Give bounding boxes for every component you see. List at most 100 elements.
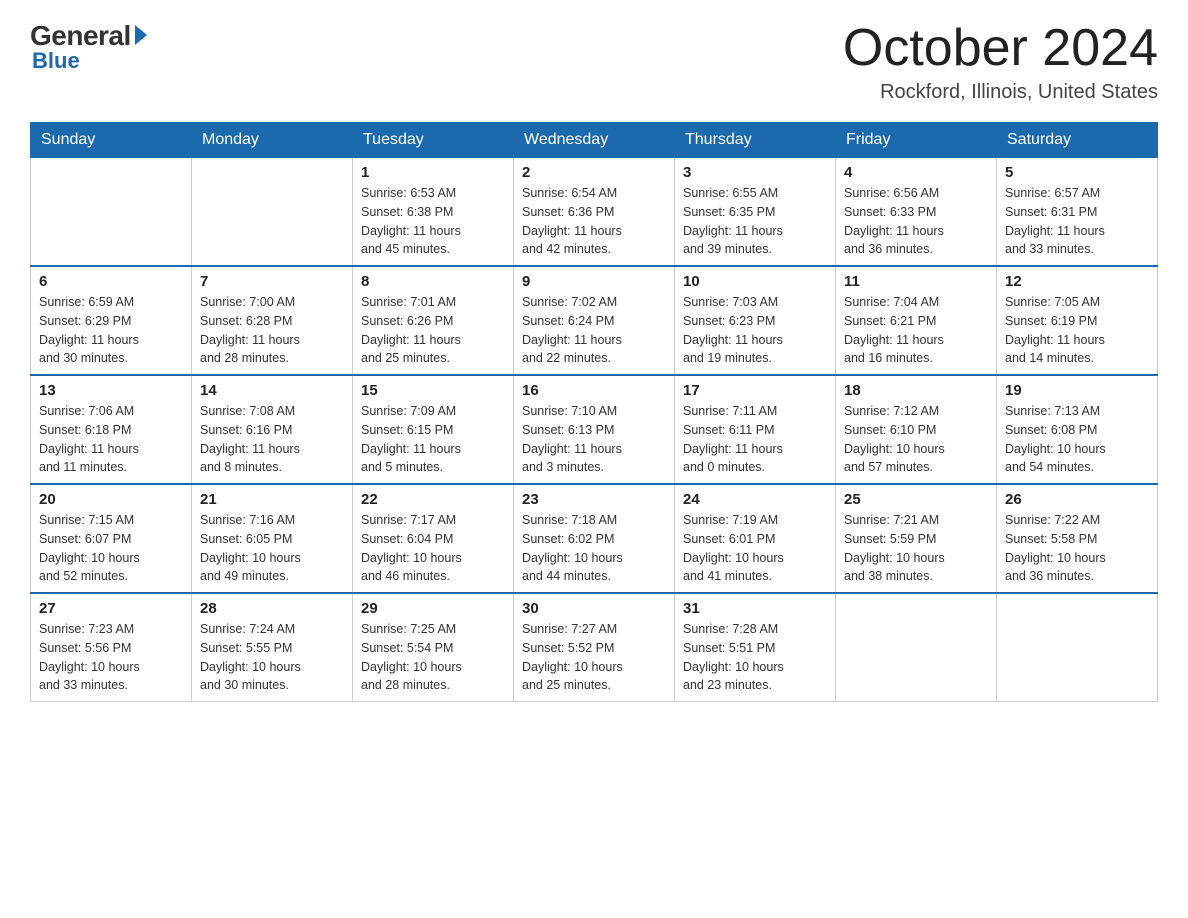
day-info: Sunrise: 7:01 AMSunset: 6:26 PMDaylight:… [361, 293, 505, 368]
day-info: Sunrise: 7:15 AMSunset: 6:07 PMDaylight:… [39, 511, 183, 586]
day-info: Sunrise: 6:57 AMSunset: 6:31 PMDaylight:… [1005, 184, 1149, 259]
month-title: October 2024 [843, 20, 1158, 77]
calendar-cell: 9 Sunrise: 7:02 AMSunset: 6:24 PMDaylight… [514, 266, 675, 375]
calendar-cell: 26 Sunrise: 7:22 AMSunset: 5:58 PMDayligh… [997, 484, 1158, 593]
day-info: Sunrise: 7:11 AMSunset: 6:11 PMDaylight:… [683, 402, 827, 477]
logo: General Blue [30, 20, 147, 74]
day-info: Sunrise: 7:22 AMSunset: 5:58 PMDaylight:… [1005, 511, 1149, 586]
day-info: Sunrise: 7:13 AMSunset: 6:08 PMDaylight:… [1005, 402, 1149, 477]
calendar-cell [997, 593, 1158, 702]
calendar-cell: 14 Sunrise: 7:08 AMSunset: 6:16 PMDayligh… [192, 375, 353, 484]
day-info: Sunrise: 7:10 AMSunset: 6:13 PMDaylight:… [522, 402, 666, 477]
day-info: Sunrise: 7:03 AMSunset: 6:23 PMDaylight:… [683, 293, 827, 368]
day-info: Sunrise: 6:59 AMSunset: 6:29 PMDaylight:… [39, 293, 183, 368]
day-number: 4 [844, 164, 988, 181]
day-info: Sunrise: 7:27 AMSunset: 5:52 PMDaylight:… [522, 620, 666, 695]
day-number: 8 [361, 273, 505, 290]
calendar-cell: 30Sunrise: 7:27 AMSunset: 5:52 PMDayligh… [514, 593, 675, 702]
title-area: October 2024 Rockford, Illinois, United … [843, 20, 1158, 104]
day-number: 21 [200, 491, 344, 508]
logo-arrow-icon [135, 25, 147, 45]
day-number: 2 [522, 164, 666, 181]
day-info: Sunrise: 7:00 AMSunset: 6:28 PMDaylight:… [200, 293, 344, 368]
day-number: 5 [1005, 164, 1149, 181]
calendar-cell: 28 Sunrise: 7:24 AMSunset: 5:55 PMDayligh… [192, 593, 353, 702]
day-info: Sunrise: 7:05 AMSunset: 6:19 PMDaylight:… [1005, 293, 1149, 368]
day-info: Sunrise: 6:56 AMSunset: 6:33 PMDaylight:… [844, 184, 988, 259]
day-info: Sunrise: 7:23 AMSunset: 5:56 PMDaylight:… [39, 620, 183, 695]
day-number: 13 [39, 382, 183, 399]
calendar-cell: 1Sunrise: 6:53 AMSunset: 6:38 PMDaylight… [353, 158, 514, 267]
day-number: 29 [361, 600, 505, 617]
day-number: 7 [200, 273, 344, 290]
day-number: 16 [522, 382, 666, 399]
calendar-cell: 16 Sunrise: 7:10 AMSunset: 6:13 PMDayligh… [514, 375, 675, 484]
day-number: 1 [361, 164, 505, 181]
day-number: 17 [683, 382, 827, 399]
calendar-cell [836, 593, 997, 702]
calendar-cell: 12 Sunrise: 7:05 AMSunset: 6:19 PMDayligh… [997, 266, 1158, 375]
day-number: 27 [39, 600, 183, 617]
day-info: Sunrise: 7:06 AMSunset: 6:18 PMDaylight:… [39, 402, 183, 477]
calendar-cell: 25 Sunrise: 7:21 AMSunset: 5:59 PMDayligh… [836, 484, 997, 593]
day-number: 9 [522, 273, 666, 290]
day-info: Sunrise: 7:09 AMSunset: 6:15 PMDaylight:… [361, 402, 505, 477]
day-number: 12 [1005, 273, 1149, 290]
calendar-cell: 4 Sunrise: 6:56 AMSunset: 6:33 PMDaylight… [836, 158, 997, 267]
day-info: Sunrise: 7:08 AMSunset: 6:16 PMDaylight:… [200, 402, 344, 477]
calendar-cell: 31 Sunrise: 7:28 AMSunset: 5:51 PMDayligh… [675, 593, 836, 702]
calendar-cell [192, 158, 353, 267]
calendar-week-1: 1Sunrise: 6:53 AMSunset: 6:38 PMDaylight… [31, 158, 1158, 267]
calendar-cell: 22 Sunrise: 7:17 AMSunset: 6:04 PMDayligh… [353, 484, 514, 593]
day-info: Sunrise: 7:28 AMSunset: 5:51 PMDaylight:… [683, 620, 827, 695]
calendar-cell: 23 Sunrise: 7:18 AMSunset: 6:02 PMDayligh… [514, 484, 675, 593]
calendar-cell: 17 Sunrise: 7:11 AMSunset: 6:11 PMDayligh… [675, 375, 836, 484]
day-info: Sunrise: 7:04 AMSunset: 6:21 PMDaylight:… [844, 293, 988, 368]
day-info: Sunrise: 7:18 AMSunset: 6:02 PMDaylight:… [522, 511, 666, 586]
day-number: 14 [200, 382, 344, 399]
day-number: 6 [39, 273, 183, 290]
calendar-cell: 21 Sunrise: 7:16 AMSunset: 6:05 PMDayligh… [192, 484, 353, 593]
calendar-header-thursday: Thursday [675, 123, 836, 158]
calendar-week-5: 27 Sunrise: 7:23 AMSunset: 5:56 PMDayligh… [31, 593, 1158, 702]
day-number: 22 [361, 491, 505, 508]
calendar-header-saturday: Saturday [997, 123, 1158, 158]
calendar-week-3: 13 Sunrise: 7:06 AMSunset: 6:18 PMDayligh… [31, 375, 1158, 484]
day-info: Sunrise: 7:21 AMSunset: 5:59 PMDaylight:… [844, 511, 988, 586]
day-number: 20 [39, 491, 183, 508]
day-number: 25 [844, 491, 988, 508]
calendar-header-monday: Monday [192, 123, 353, 158]
calendar-cell: 15 Sunrise: 7:09 AMSunset: 6:15 PMDayligh… [353, 375, 514, 484]
calendar-cell: 27 Sunrise: 7:23 AMSunset: 5:56 PMDayligh… [31, 593, 192, 702]
day-number: 31 [683, 600, 827, 617]
day-number: 28 [200, 600, 344, 617]
calendar-cell: 2Sunrise: 6:54 AMSunset: 6:36 PMDaylight… [514, 158, 675, 267]
calendar-cell: 13 Sunrise: 7:06 AMSunset: 6:18 PMDayligh… [31, 375, 192, 484]
calendar-cell [31, 158, 192, 267]
calendar-cell: 6 Sunrise: 6:59 AMSunset: 6:29 PMDaylight… [31, 266, 192, 375]
calendar-header-tuesday: Tuesday [353, 123, 514, 158]
calendar-cell: 29Sunrise: 7:25 AMSunset: 5:54 PMDayligh… [353, 593, 514, 702]
day-info: Sunrise: 7:19 AMSunset: 6:01 PMDaylight:… [683, 511, 827, 586]
location: Rockford, Illinois, United States [843, 81, 1158, 104]
calendar-header-row: SundayMondayTuesdayWednesdayThursdayFrid… [31, 123, 1158, 158]
day-info: Sunrise: 7:17 AMSunset: 6:04 PMDaylight:… [361, 511, 505, 586]
calendar-cell: 24Sunrise: 7:19 AMSunset: 6:01 PMDayligh… [675, 484, 836, 593]
calendar-table: SundayMondayTuesdayWednesdayThursdayFrid… [30, 122, 1158, 702]
calendar-header-wednesday: Wednesday [514, 123, 675, 158]
calendar-cell: 11 Sunrise: 7:04 AMSunset: 6:21 PMDayligh… [836, 266, 997, 375]
day-number: 23 [522, 491, 666, 508]
logo-blue-text: Blue [32, 48, 80, 74]
day-number: 11 [844, 273, 988, 290]
day-number: 10 [683, 273, 827, 290]
day-info: Sunrise: 7:16 AMSunset: 6:05 PMDaylight:… [200, 511, 344, 586]
page-header: General Blue October 2024 Rockford, Illi… [30, 20, 1158, 104]
day-number: 19 [1005, 382, 1149, 399]
day-number: 15 [361, 382, 505, 399]
day-number: 26 [1005, 491, 1149, 508]
calendar-cell: 8 Sunrise: 7:01 AMSunset: 6:26 PMDaylight… [353, 266, 514, 375]
calendar-cell: 3Sunrise: 6:55 AMSunset: 6:35 PMDaylight… [675, 158, 836, 267]
day-info: Sunrise: 7:24 AMSunset: 5:55 PMDaylight:… [200, 620, 344, 695]
day-info: Sunrise: 7:02 AMSunset: 6:24 PMDaylight:… [522, 293, 666, 368]
day-number: 18 [844, 382, 988, 399]
